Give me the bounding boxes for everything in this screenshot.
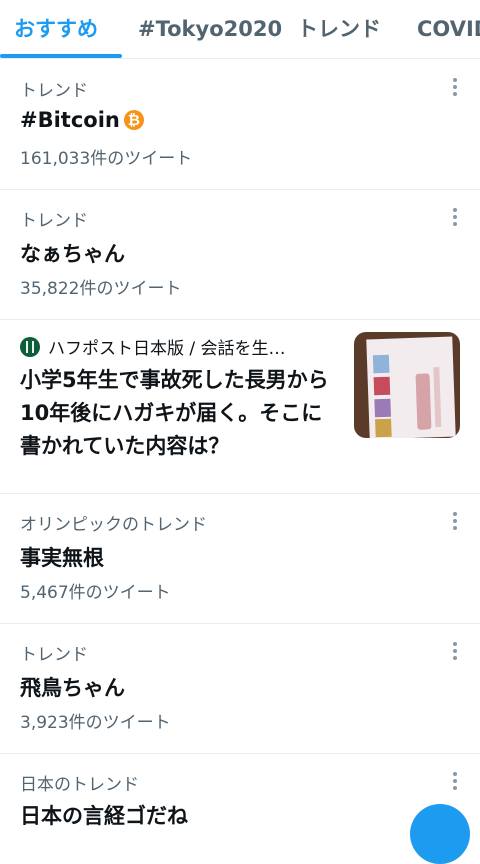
more-options-icon[interactable] bbox=[448, 640, 462, 662]
trend-title: 日本の言経ゴだね bbox=[20, 804, 188, 828]
news-source-label: ハフポスト日本版 / 会話を生… bbox=[48, 339, 286, 359]
trend-category: オリンピックのトレンド bbox=[20, 515, 207, 535]
trend-item[interactable]: トレンド なぁちゃん 35,822件のツイート bbox=[0, 190, 480, 320]
explore-tabs: おすすめ #Tokyo2020 トレンド COVID bbox=[0, 0, 480, 59]
trend-category: トレンド bbox=[20, 81, 88, 101]
tweet-count: 5,467件のツイート bbox=[20, 583, 171, 603]
more-options-icon[interactable] bbox=[448, 206, 462, 228]
tweet-count: 161,033件のツイート bbox=[20, 149, 193, 169]
trend-title: #Bitcoin bbox=[20, 108, 120, 132]
active-tab-indicator bbox=[0, 54, 122, 58]
trend-title: 飛鳥ちゃん bbox=[20, 676, 125, 700]
trend-category: トレンド bbox=[20, 645, 88, 665]
tab-recommended[interactable]: おすすめ bbox=[14, 0, 98, 58]
huffpost-logo-icon bbox=[20, 337, 40, 357]
news-item[interactable]: ハフポスト日本版 / 会話を生… 小学5年生で事故死した長男から10年後にハガキ… bbox=[0, 320, 480, 494]
more-options-icon[interactable] bbox=[448, 770, 462, 792]
news-thumbnail bbox=[354, 332, 460, 438]
trend-title: 事実無根 bbox=[20, 546, 104, 570]
more-options-icon[interactable] bbox=[448, 510, 462, 532]
trend-item[interactable]: トレンド #Bitcoin ₿ 161,033件のツイート bbox=[0, 60, 480, 190]
trend-title: なぁちゃん bbox=[20, 242, 125, 266]
trend-category: 日本のトレンド bbox=[20, 775, 139, 795]
trend-item[interactable]: 日本のトレンド 日本の言経ゴだね bbox=[0, 754, 480, 834]
news-headline: 小学5年生で事故死した長男から10年後にハガキが届く。そこに書かれていた内容は？ bbox=[20, 368, 329, 458]
tweet-count: 3,923件のツイート bbox=[20, 713, 171, 733]
tab-tokyo2020[interactable]: #Tokyo2020 bbox=[138, 0, 282, 58]
trend-item[interactable]: トレンド 飛鳥ちゃん 3,923件のツイート bbox=[0, 624, 480, 754]
tab-trending[interactable]: トレンド bbox=[297, 0, 381, 58]
compose-tweet-button[interactable] bbox=[410, 804, 470, 864]
news-source: ハフポスト日本版 / 会話を生… bbox=[20, 334, 330, 359]
trend-title-wrap: #Bitcoin ₿ bbox=[20, 108, 144, 132]
bitcoin-icon: ₿ bbox=[123, 110, 144, 130]
trend-item[interactable]: オリンピックのトレンド 事実無根 5,467件のツイート bbox=[0, 494, 480, 624]
trend-category: トレンド bbox=[20, 211, 88, 231]
tweet-count: 35,822件のツイート bbox=[20, 279, 182, 299]
more-options-icon[interactable] bbox=[448, 76, 462, 98]
tab-covid[interactable]: COVID bbox=[417, 0, 480, 58]
